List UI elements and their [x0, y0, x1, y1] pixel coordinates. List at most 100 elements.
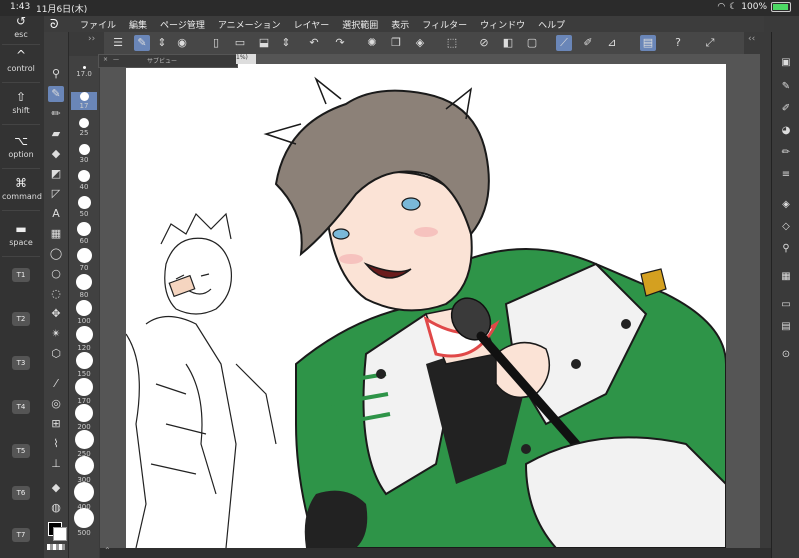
- brush-size-item[interactable]: 500: [71, 508, 97, 537]
- snap-special-ruler-icon[interactable]: ⊿: [604, 35, 620, 51]
- snap-ruler-icon[interactable]: ⟋: [556, 35, 572, 51]
- timeline-icon[interactable]: ▭: [779, 298, 793, 312]
- control-key[interactable]: ^ control: [2, 48, 40, 83]
- blend-icon[interactable]: ◍: [48, 500, 64, 516]
- brush-size-item[interactable]: 40: [71, 170, 97, 191]
- help-icon[interactable]: ?: [670, 35, 686, 51]
- invert-selection-icon[interactable]: ◧: [500, 35, 516, 51]
- brush-size-item[interactable]: 70: [71, 248, 97, 272]
- t4-key[interactable]: T4: [12, 400, 30, 414]
- sub-color-swatch[interactable]: [53, 527, 67, 541]
- open-folder-icon[interactable]: ▭: [232, 35, 248, 51]
- undo-icon[interactable]: ↶: [306, 35, 322, 51]
- transform-icon[interactable]: ⬚: [444, 35, 460, 51]
- brush-size-item[interactable]: 200: [71, 404, 97, 431]
- t5-key[interactable]: T5: [12, 444, 30, 458]
- canvas-zoom-tab[interactable]: 1%): [236, 54, 256, 64]
- app-logo-icon[interactable]: ᘐ: [50, 17, 66, 31]
- brush-size-item[interactable]: 100: [71, 300, 97, 325]
- stamp-icon[interactable]: ⊥: [48, 456, 64, 472]
- layer-property-icon[interactable]: ◇: [779, 220, 793, 234]
- object-icon[interactable]: ⬡: [48, 346, 64, 362]
- figure-icon[interactable]: ◸: [48, 186, 64, 202]
- history-icon[interactable]: ▤: [779, 320, 793, 334]
- menu-animation[interactable]: アニメーション: [218, 18, 281, 31]
- brush-size-icon[interactable]: ✏: [779, 146, 793, 160]
- menu-edit[interactable]: 編集: [129, 18, 147, 31]
- brush-size-item[interactable]: 50: [71, 196, 97, 218]
- frame-border-icon[interactable]: ▦: [48, 226, 64, 242]
- loading-icon[interactable]: ✺: [364, 35, 380, 51]
- t6-key[interactable]: T6: [12, 486, 30, 500]
- new-file-icon[interactable]: ▯: [208, 35, 224, 51]
- layer-icon[interactable]: ◈: [779, 198, 793, 212]
- t2-key[interactable]: T2: [12, 312, 30, 326]
- menu-help[interactable]: ヘルプ: [538, 18, 565, 31]
- selection-border-icon[interactable]: ▢: [524, 35, 540, 51]
- brush-size-item[interactable]: 80: [71, 274, 97, 299]
- fill-bucket-icon[interactable]: ◆: [48, 146, 64, 162]
- spiral-icon[interactable]: ◎: [48, 396, 64, 412]
- grid-icon[interactable]: ⊞: [48, 416, 64, 432]
- brush-icon[interactable]: ⌇: [48, 436, 64, 452]
- transparent-color-swatch[interactable]: [47, 544, 65, 550]
- sub-tool-icon[interactable]: ✎: [779, 80, 793, 94]
- t7-key[interactable]: T7: [12, 528, 30, 542]
- menu-window[interactable]: ウィンドウ: [480, 18, 525, 31]
- brush-size-item-selected[interactable]: 17: [71, 92, 97, 110]
- menu-view[interactable]: 表示: [391, 18, 409, 31]
- subview-panel[interactable]: × — サブビュー: [98, 54, 238, 68]
- balloon-icon[interactable]: ◯: [48, 246, 64, 262]
- command-key[interactable]: ⌘ command: [2, 176, 42, 211]
- menu-page[interactable]: ページ管理: [160, 18, 205, 31]
- expand-up-icon[interactable]: ⌃: [104, 546, 111, 555]
- snap-brush-icon[interactable]: ✐: [580, 35, 596, 51]
- layout-icon[interactable]: ▤: [640, 35, 656, 51]
- menu-file[interactable]: ファイル: [80, 18, 116, 31]
- option-key[interactable]: ⌥ option: [2, 134, 40, 169]
- adjust-icon[interactable]: ≡: [779, 168, 793, 182]
- deselect-icon[interactable]: ⊘: [476, 35, 492, 51]
- tool-property-icon[interactable]: ✐: [779, 102, 793, 116]
- subview-minimize-icon[interactable]: —: [113, 56, 119, 63]
- updown-arrows-icon[interactable]: ⇕: [154, 35, 170, 51]
- panel-collapse-icon[interactable]: ‹‹: [748, 34, 755, 44]
- shift-key[interactable]: ⇧ shift: [2, 90, 40, 125]
- layer-search-icon[interactable]: ⚲: [779, 242, 793, 256]
- fill-icon[interactable]: ◈: [412, 35, 428, 51]
- esc-key[interactable]: ↺ esc: [2, 14, 40, 45]
- t3-key[interactable]: T3: [12, 356, 30, 370]
- fill-icon[interactable]: ◆: [48, 480, 64, 496]
- space-key[interactable]: ▬ space: [2, 222, 40, 257]
- brush-size-item[interactable]: 300: [71, 456, 97, 484]
- pen-icon[interactable]: ✎: [48, 86, 64, 102]
- text-icon[interactable]: A: [48, 206, 64, 222]
- menu-selection[interactable]: 選択範囲: [342, 18, 378, 31]
- navigator-icon[interactable]: ▣: [779, 56, 793, 70]
- hamburger-icon[interactable]: ☰: [110, 35, 126, 51]
- brush-size-item[interactable]: 400: [71, 482, 97, 511]
- menu-filter[interactable]: フィルター: [422, 18, 467, 31]
- magic-wand-icon[interactable]: ✴: [48, 326, 64, 342]
- save-arrows-icon[interactable]: ⇕: [278, 35, 294, 51]
- zoom-icon[interactable]: ⚲: [48, 66, 64, 82]
- search-icon[interactable]: ⊙: [779, 348, 793, 362]
- brush-size-item[interactable]: 30: [71, 144, 97, 164]
- gradient-icon[interactable]: ◩: [48, 166, 64, 182]
- eraser-icon[interactable]: ▰: [48, 126, 64, 142]
- brush-size-item[interactable]: 170: [71, 378, 97, 405]
- t1-key[interactable]: T1: [12, 268, 30, 282]
- menu-layer[interactable]: レイヤー: [294, 18, 330, 31]
- move-icon[interactable]: ✥: [48, 306, 64, 322]
- brush-size-item[interactable]: 120: [71, 326, 97, 352]
- material-icon[interactable]: ▦: [779, 270, 793, 284]
- color-icon[interactable]: ◕: [779, 124, 793, 138]
- quick-access-icon[interactable]: ◉: [174, 35, 190, 51]
- brush-size-item[interactable]: 150: [71, 352, 97, 378]
- lasso-icon[interactable]: ○: [48, 266, 64, 282]
- pencil-icon[interactable]: ✏: [48, 106, 64, 122]
- drawing-canvas[interactable]: [125, 64, 727, 549]
- redo-icon[interactable]: ↷: [332, 35, 348, 51]
- panel-expand-icon[interactable]: ››: [88, 34, 95, 44]
- brush-size-item[interactable]: 25: [71, 118, 97, 137]
